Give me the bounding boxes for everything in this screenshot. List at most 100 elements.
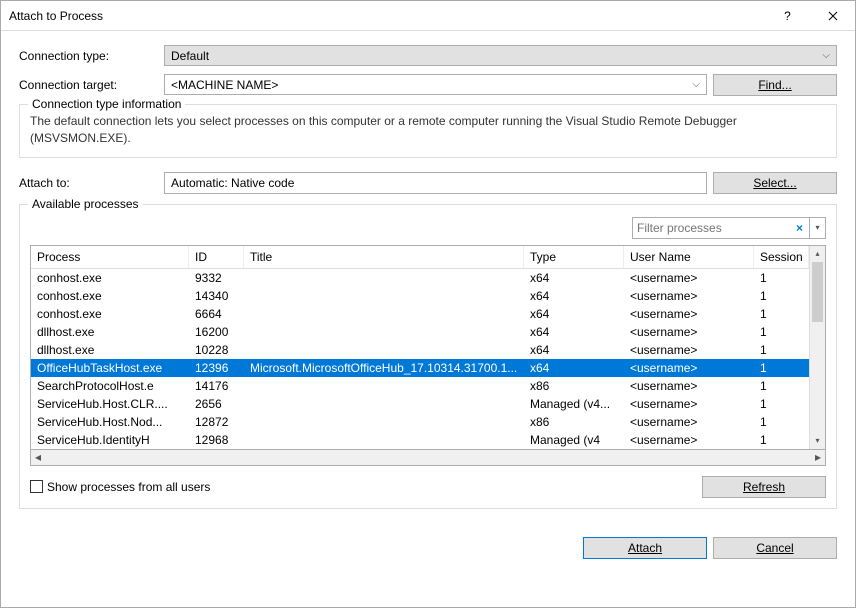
scroll-up-icon[interactable]: ▴ bbox=[810, 246, 825, 262]
cell: 1 bbox=[754, 306, 809, 322]
checkbox-icon bbox=[30, 480, 43, 493]
cell bbox=[244, 414, 524, 430]
cell: x64 bbox=[524, 360, 624, 376]
cell: 1 bbox=[754, 414, 809, 430]
scroll-right-icon[interactable]: ▸ bbox=[815, 450, 821, 464]
filter-dropdown-button[interactable]: ▾ bbox=[810, 217, 826, 239]
col-title[interactable]: Title bbox=[244, 246, 524, 268]
table-row[interactable]: OfficeHubTaskHost.exe12396Microsoft.Micr… bbox=[31, 359, 809, 377]
cell: x64 bbox=[524, 270, 624, 286]
close-icon bbox=[828, 11, 838, 21]
table-row[interactable]: dllhost.exe10228x64<username>1 bbox=[31, 341, 809, 359]
scroll-left-icon[interactable]: ◂ bbox=[35, 450, 41, 464]
cell: 1 bbox=[754, 288, 809, 304]
cell: 1 bbox=[754, 360, 809, 376]
cell: OfficeHubTaskHost.exe bbox=[31, 360, 189, 376]
col-process[interactable]: Process bbox=[31, 246, 189, 268]
cell: 9332 bbox=[189, 270, 244, 286]
cell: 1 bbox=[754, 432, 809, 448]
table-row[interactable]: dllhost.exe16200 x64<username>1 bbox=[31, 323, 809, 341]
cell bbox=[244, 378, 524, 394]
cell: dllhost.exe bbox=[31, 324, 189, 340]
table-row[interactable]: SearchProtocolHost.e14176x86<username>1 bbox=[31, 377, 809, 395]
table-row[interactable]: conhost.exe14340x64<username>1 bbox=[31, 287, 809, 305]
cell: Managed (v4 bbox=[524, 432, 624, 448]
cell: 16200 bbox=[189, 324, 244, 340]
find-button[interactable]: Find... bbox=[713, 74, 837, 96]
table-row[interactable]: conhost.exe6664x64<username>1 bbox=[31, 305, 809, 323]
cell: x64 bbox=[524, 288, 624, 304]
connection-info-text: The default connection lets you select p… bbox=[30, 113, 826, 147]
cell: conhost.exe bbox=[31, 306, 189, 322]
cell: 1 bbox=[754, 342, 809, 358]
cell: 12872 bbox=[189, 414, 244, 430]
cell: <username> bbox=[624, 414, 754, 430]
cell: SearchProtocolHost.e bbox=[31, 378, 189, 394]
cell: ServiceHub.Host.CLR.... bbox=[31, 396, 189, 412]
show-all-users-label: Show processes from all users bbox=[47, 480, 210, 494]
cell: Managed (v4... bbox=[524, 396, 624, 412]
chevron-down-icon: ⌵ bbox=[822, 50, 830, 61]
horizontal-scrollbar[interactable]: ◂ ▸ bbox=[30, 450, 826, 466]
cancel-button[interactable]: Cancel bbox=[713, 537, 837, 559]
table-row[interactable]: conhost.exe9332 x64<username>1 bbox=[31, 269, 809, 287]
col-id[interactable]: ID bbox=[189, 246, 244, 268]
scroll-down-icon[interactable]: ▾ bbox=[810, 433, 825, 449]
col-user[interactable]: User Name bbox=[624, 246, 754, 268]
connection-type-label: Connection type: bbox=[19, 49, 164, 63]
cell bbox=[244, 324, 524, 340]
cell: <username> bbox=[624, 432, 754, 448]
cell: 1 bbox=[754, 324, 809, 340]
cell: x64 bbox=[524, 342, 624, 358]
connection-target-label: Connection target: bbox=[19, 78, 164, 92]
cell: 1 bbox=[754, 378, 809, 394]
cell bbox=[244, 432, 524, 448]
cell: 1 bbox=[754, 270, 809, 286]
cell: ServiceHub.IdentityH bbox=[31, 432, 189, 448]
table-row[interactable]: ServiceHub.Host.Nod...12872 x86<username>… bbox=[31, 413, 809, 431]
titlebar: Attach to Process ? bbox=[1, 1, 855, 31]
connection-type-combo[interactable]: Default ⌵ bbox=[164, 45, 837, 66]
available-processes-legend: Available processes bbox=[28, 197, 143, 211]
process-grid: Process ID Title Type User Name Session … bbox=[30, 245, 826, 450]
cell: 14176 bbox=[189, 378, 244, 394]
connection-target-value: <MACHINE NAME> bbox=[171, 78, 278, 92]
scroll-thumb[interactable] bbox=[812, 262, 823, 322]
cell: conhost.exe bbox=[31, 288, 189, 304]
table-row[interactable]: ServiceHub.IdentityH12968Managed (v4<use… bbox=[31, 431, 809, 449]
select-button[interactable]: Select... bbox=[713, 172, 837, 194]
connection-target-combo[interactable]: <MACHINE NAME> ⌵ bbox=[164, 74, 707, 95]
filter-input[interactable] bbox=[637, 221, 792, 235]
cell bbox=[244, 342, 524, 358]
cell: 14340 bbox=[189, 288, 244, 304]
cell bbox=[244, 288, 524, 304]
cell: <username> bbox=[624, 270, 754, 286]
cell bbox=[244, 396, 524, 412]
cell: ServiceHub.Host.Nod... bbox=[31, 414, 189, 430]
cell: conhost.exe bbox=[31, 270, 189, 286]
col-session[interactable]: Session bbox=[754, 246, 809, 268]
cell: x64 bbox=[524, 324, 624, 340]
cell: <username> bbox=[624, 360, 754, 376]
cell: <username> bbox=[624, 342, 754, 358]
cell: Microsoft.MicrosoftOfficeHub_17.10314.31… bbox=[244, 360, 524, 376]
cell: x86 bbox=[524, 378, 624, 394]
attach-button[interactable]: Attach bbox=[583, 537, 707, 559]
close-button[interactable] bbox=[810, 1, 855, 31]
filter-input-wrap[interactable]: × bbox=[632, 217, 810, 239]
cell: x64 bbox=[524, 306, 624, 322]
show-all-users-checkbox[interactable]: Show processes from all users bbox=[30, 480, 210, 494]
cell: 12396 bbox=[189, 360, 244, 376]
col-type[interactable]: Type bbox=[524, 246, 624, 268]
help-button[interactable]: ? bbox=[765, 1, 810, 31]
cell bbox=[244, 306, 524, 322]
cell: x86 bbox=[524, 414, 624, 430]
refresh-button[interactable]: Refresh bbox=[702, 476, 826, 498]
vertical-scrollbar[interactable]: ▴ ▾ bbox=[809, 246, 825, 449]
table-row[interactable]: ServiceHub.Host.CLR....2656Managed (v4..… bbox=[31, 395, 809, 413]
attach-to-value: Automatic: Native code bbox=[164, 172, 707, 194]
filter-clear-icon[interactable]: × bbox=[792, 221, 807, 235]
cell: <username> bbox=[624, 324, 754, 340]
grid-header: Process ID Title Type User Name Session bbox=[31, 246, 809, 269]
chevron-down-icon: ⌵ bbox=[692, 79, 700, 90]
